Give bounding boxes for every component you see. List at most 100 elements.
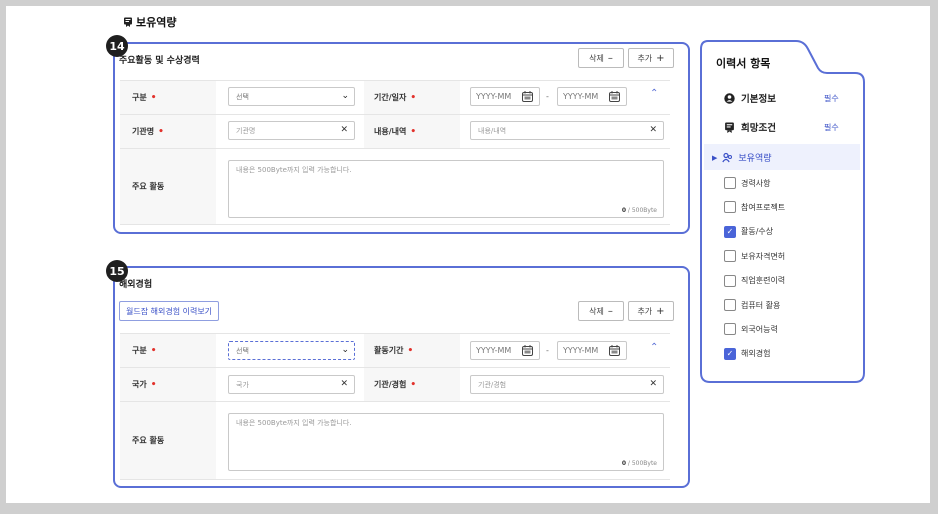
org-label: 기관명 • xyxy=(120,115,216,148)
checkbox[interactable] xyxy=(724,177,736,189)
sidebar-item-label: 희망조건 xyxy=(741,123,776,134)
end-date-input[interactable]: YYYY-MM xyxy=(557,341,627,360)
country-label: 국가 • xyxy=(120,368,216,401)
sidebar-checkbox-item[interactable]: ✓ 활동/수상 xyxy=(724,225,774,238)
sidebar-checkbox-item[interactable]: 컴퓨터 활용 xyxy=(724,299,780,311)
category-select[interactable]: 선택 ⌄ xyxy=(228,87,355,106)
clear-icon[interactable]: ✕ xyxy=(340,379,348,389)
checkbox-checked-icon[interactable]: ✓ xyxy=(724,225,736,238)
sidebar-checkbox-item[interactable]: 직업훈련이력 xyxy=(724,274,786,287)
start-date-placeholder: YYYY-MM xyxy=(476,346,512,355)
calendar-icon xyxy=(522,91,533,102)
plus-icon: + xyxy=(656,52,665,64)
period-label: 활동기간 • xyxy=(364,334,460,367)
checkbox-label: 직업훈련이력 xyxy=(741,276,786,286)
org-experience-label: 기관/경험 • xyxy=(364,368,460,401)
date-separator: - xyxy=(546,346,549,355)
category-select[interactable]: 선택 ⌄ xyxy=(228,341,355,360)
section-title: 보유역량 xyxy=(123,14,176,30)
sidebar-item-label: 기본정보 xyxy=(741,94,776,105)
chevron-down-icon: ⌄ xyxy=(341,91,349,101)
checkbox[interactable] xyxy=(724,250,736,263)
org-experience-input[interactable]: 기관/경험 ✕ xyxy=(470,375,664,394)
checkbox-label: 경력사항 xyxy=(741,178,771,188)
byte-counter: 0 / 500Byte xyxy=(621,460,657,467)
add-button[interactable]: 추가 + xyxy=(628,301,674,321)
minus-icon: – xyxy=(607,52,613,64)
add-button-label: 추가 xyxy=(637,306,653,316)
end-date-placeholder: YYYY-MM xyxy=(563,92,599,101)
byte-counter: 0 / 500Byte xyxy=(621,207,657,214)
org-input[interactable]: 기관명 ✕ xyxy=(228,121,355,140)
end-date-placeholder: YYYY-MM xyxy=(563,346,599,355)
checkbox[interactable] xyxy=(724,299,736,311)
add-button-label: 추가 xyxy=(637,53,653,63)
checkbox-label: 보유자격면허 xyxy=(741,251,786,261)
delete-button[interactable]: 삭제 – xyxy=(578,48,624,68)
clear-icon[interactable]: ✕ xyxy=(340,125,348,135)
start-date-placeholder: YYYY-MM xyxy=(476,92,512,101)
checkmark-icon: ✓ xyxy=(726,226,734,236)
sidebar-item-basic-info[interactable]: 기본정보 xyxy=(724,91,776,105)
minus-icon: – xyxy=(607,305,613,317)
collapse-chevron-up-icon[interactable]: ⌃ xyxy=(650,342,658,353)
content-label: 내용/내역 • xyxy=(364,115,460,148)
step-badge-15: 15 xyxy=(106,260,128,282)
sidebar-checkbox-item[interactable]: ✓ 해외경험 xyxy=(724,347,770,360)
sidebar-item-label: 보유역량 xyxy=(738,154,772,164)
people-icon xyxy=(722,152,733,163)
sidebar-checkbox-item[interactable]: 경력사항 xyxy=(724,177,770,189)
end-date-input[interactable]: YYYY-MM xyxy=(557,87,627,106)
checkbox-label: 컴퓨터 활용 xyxy=(741,300,781,310)
category-select-value: 선택 xyxy=(236,92,249,101)
checkbox-label: 외국어능력 xyxy=(741,324,778,334)
checkbox[interactable] xyxy=(724,274,736,287)
checkbox[interactable] xyxy=(724,201,736,214)
sidebar-item-skills[interactable]: ▶ 보유역량 xyxy=(712,151,772,164)
checkbox[interactable] xyxy=(724,323,736,336)
activity-textarea[interactable]: 내용은 500Byte까지 입력 가능합니다. 0 / 500Byte xyxy=(228,160,664,218)
sidebar-item-desired-conditions[interactable]: 희망조건 xyxy=(724,120,776,134)
start-date-input[interactable]: YYYY-MM xyxy=(470,341,540,360)
required-badge: 필수 xyxy=(824,123,839,132)
date-separator: - xyxy=(546,92,549,101)
add-button[interactable]: 추가 + xyxy=(628,48,674,68)
caret-right-icon: ▶ xyxy=(712,153,718,162)
country-input[interactable]: 국가 ✕ xyxy=(228,375,355,394)
activity-label: 주요 활동 xyxy=(120,402,216,479)
activity-textarea[interactable]: 내용은 500Byte까지 입력 가능합니다. 0 / 500Byte xyxy=(228,413,664,471)
calendar-icon xyxy=(522,345,533,356)
sidebar-checkbox-item[interactable]: 보유자격면허 xyxy=(724,250,786,263)
org-placeholder: 기관명 xyxy=(236,126,256,135)
category-label: 구분 • xyxy=(120,81,216,114)
checkbox-label: 참여프로젝트 xyxy=(741,202,786,212)
checkbox-checked-icon[interactable]: ✓ xyxy=(724,347,736,360)
user-circle-icon xyxy=(724,92,735,104)
chevron-down-icon: ⌄ xyxy=(341,345,349,355)
checkbox-label: 활동/수상 xyxy=(741,227,774,237)
sidebar-checkbox-item[interactable]: 외국어능력 xyxy=(724,323,778,336)
org-experience-placeholder: 기관/경험 xyxy=(478,380,507,389)
collapse-chevron-up-icon[interactable]: ⌃ xyxy=(650,88,658,99)
start-date-input[interactable]: YYYY-MM xyxy=(470,87,540,106)
section-title-text: 보유역량 xyxy=(136,16,177,29)
delete-button-label: 삭제 xyxy=(589,53,604,63)
content-input[interactable]: 내용/내역 ✕ xyxy=(470,121,664,140)
sidebar-checkbox-item[interactable]: 참여프로젝트 xyxy=(724,201,786,214)
category-select-value: 선택 xyxy=(236,346,249,355)
checkmark-icon: ✓ xyxy=(726,348,734,358)
sidebar-title: 이력서 항목 xyxy=(716,57,771,70)
activity-label: 주요 활동 xyxy=(120,149,216,224)
calendar-icon xyxy=(609,345,620,356)
delete-button-label: 삭제 xyxy=(589,306,604,316)
country-placeholder: 국가 xyxy=(236,380,249,389)
plus-icon: + xyxy=(656,305,665,317)
clear-icon[interactable]: ✕ xyxy=(649,379,657,389)
worldjob-history-button[interactable]: 월드잡 해외경험 이력보기 xyxy=(119,301,220,321)
clear-icon[interactable]: ✕ xyxy=(649,125,657,135)
textarea-placeholder: 내용은 500Byte까지 입력 가능합니다. xyxy=(236,419,352,427)
category-label: 구분 • xyxy=(120,334,216,367)
delete-button[interactable]: 삭제 – xyxy=(578,301,624,321)
step-badge-14: 14 xyxy=(106,35,128,57)
activity-card-title: 주요활동 및 수상경력 xyxy=(119,56,200,66)
